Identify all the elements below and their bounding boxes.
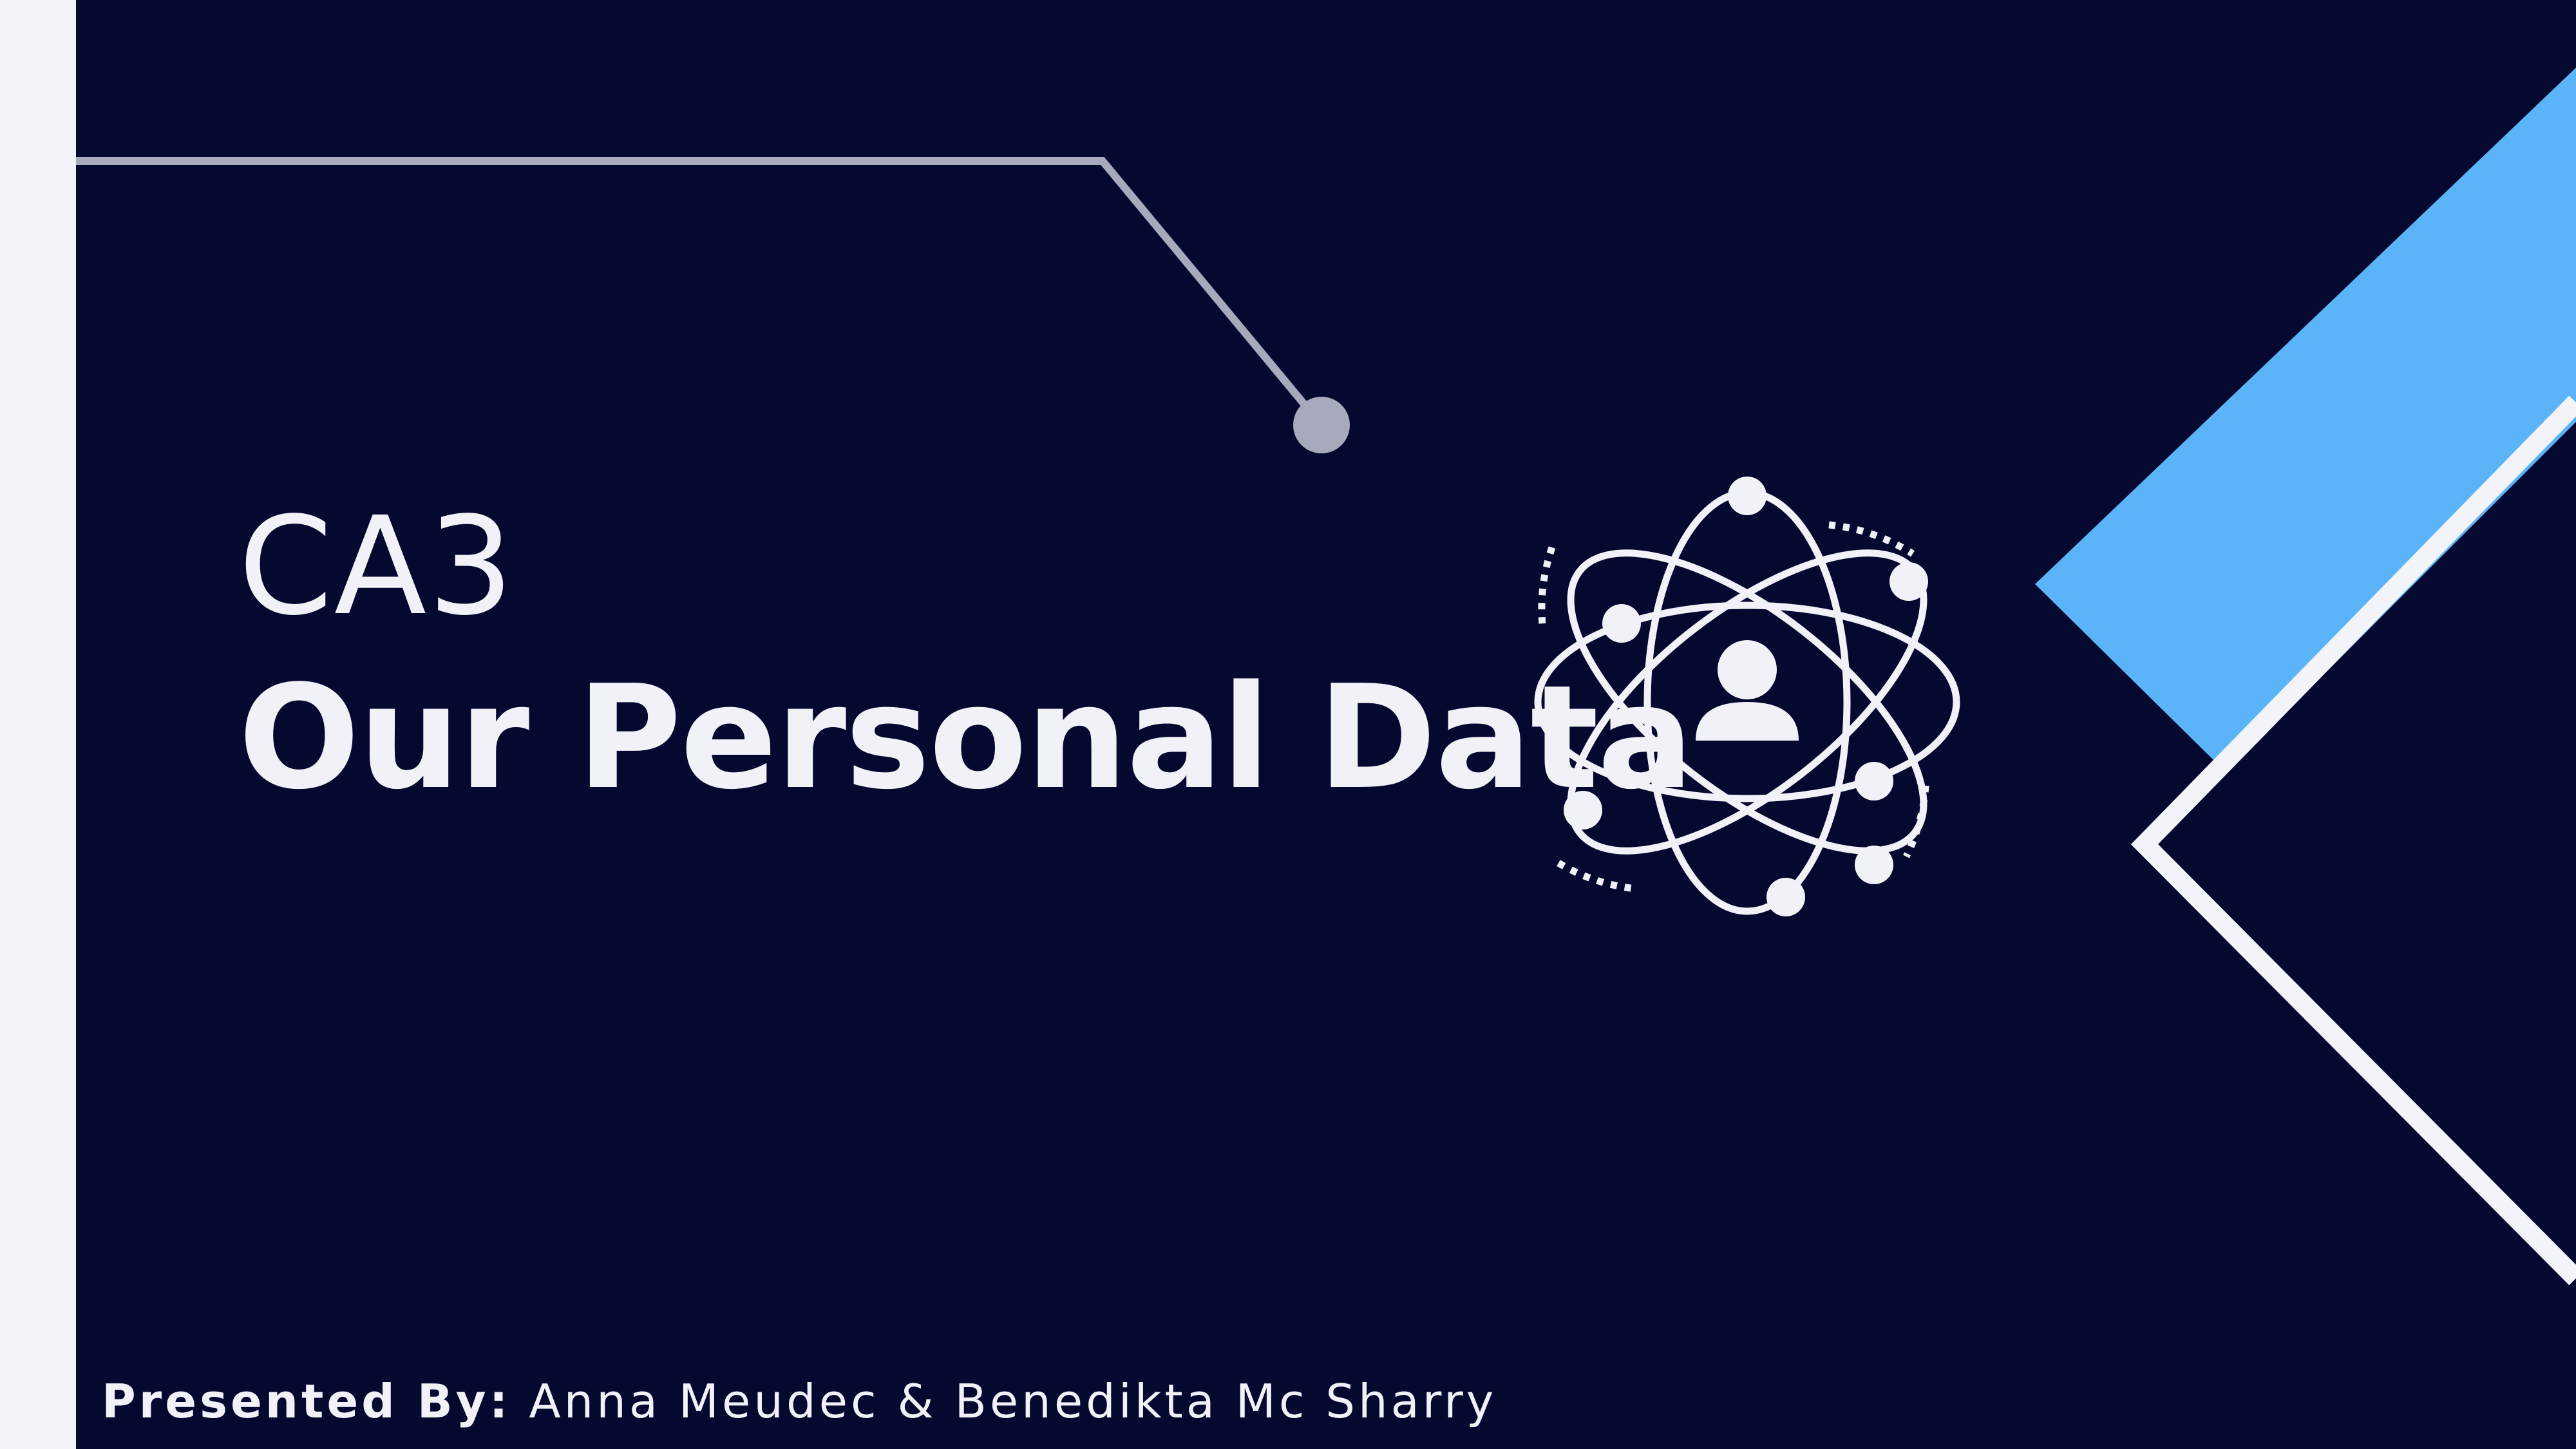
presenters-line: Presented By: Anna Meudec & Benedikta Mc…	[102, 1378, 1497, 1425]
presented-by-label: Presented By:	[102, 1374, 511, 1428]
slide-subtitle: CA3	[238, 488, 515, 645]
atom-person-icon	[1513, 464, 1977, 927]
slide-title: Our Personal Data	[238, 655, 1694, 821]
presenter-names: Anna Meudec & Benedikta Mc Sharry	[529, 1374, 1497, 1428]
connector-line	[76, 157, 1325, 428]
connector-dot	[1293, 397, 1350, 453]
title-slide: CA3 Our Personal Data Presented By: Anna…	[0, 0, 2576, 1449]
